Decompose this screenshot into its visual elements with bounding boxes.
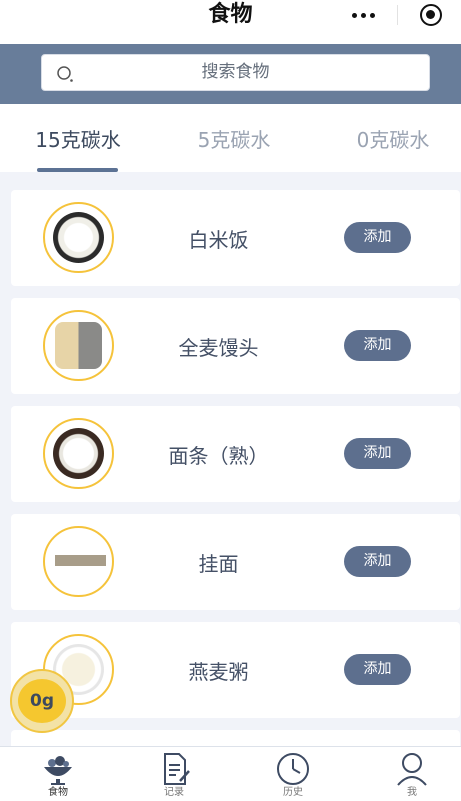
list-item[interactable]: 挂面 添加: [11, 514, 460, 610]
food-name: 燕麦粥: [188, 660, 249, 684]
list-item[interactable]: 白米饭 添加: [11, 190, 460, 286]
list-item[interactable]: 全麦馒头 添加: [11, 298, 460, 394]
add-button[interactable]: 添加: [344, 222, 411, 253]
bottom-nav: 食物 记录 历史 我: [0, 746, 461, 801]
food-image-dry-noodles: [43, 526, 114, 597]
tab-5g-carb[interactable]: 5克碳水: [174, 124, 294, 153]
miniprogram-capsule: [341, 2, 453, 28]
tab-0g-carb[interactable]: 0克碳水: [333, 124, 453, 153]
food-image-bun: [43, 310, 114, 381]
carb-tabs: 15克碳水 5克碳水 0克碳水: [0, 104, 461, 172]
list-item[interactable]: 燕麦粥 添加: [11, 622, 460, 718]
tab-15g-carb[interactable]: 15克碳水: [18, 124, 138, 153]
add-button[interactable]: 添加: [344, 438, 411, 469]
food-image-rice: [43, 202, 114, 273]
list-item[interactable]: 面条（熟） 添加: [11, 406, 460, 502]
nav-item-food[interactable]: 食物: [23, 751, 93, 799]
clock-icon: [277, 753, 309, 785]
person-icon: [397, 753, 427, 786]
nav-item-me[interactable]: 我: [377, 751, 447, 799]
search-placeholder: 搜索食物: [201, 62, 270, 82]
capsule-divider: [397, 5, 398, 25]
notes-icon: [164, 753, 190, 785]
search-input[interactable]: 搜索食物: [41, 54, 430, 91]
nav-label: 记录: [164, 787, 184, 798]
nav-item-records[interactable]: 记录: [139, 751, 209, 799]
top-bar: 食物: [0, 0, 461, 44]
add-button[interactable]: 添加: [344, 330, 411, 361]
nav-label: 我: [407, 787, 417, 798]
food-list[interactable]: 白米饭 添加 全麦馒头 添加 面条（熟） 添加 挂面 添加 燕麦粥 添加: [0, 172, 461, 746]
close-target-icon[interactable]: [420, 4, 442, 26]
add-button[interactable]: 添加: [344, 546, 411, 577]
nav-label: 历史: [283, 787, 303, 798]
more-icon[interactable]: [352, 12, 375, 18]
food-image-noodles: [43, 418, 114, 489]
food-name: 全麦馒头: [178, 336, 259, 360]
food-name: 面条（熟）: [168, 444, 269, 468]
nav-item-history[interactable]: 历史: [258, 751, 328, 799]
carb-total-badge[interactable]: 0g: [10, 669, 74, 733]
nav-label: 食物: [48, 787, 68, 798]
add-button[interactable]: 添加: [344, 654, 411, 685]
food-name: 挂面: [198, 552, 239, 576]
food-name: 白米饭: [188, 228, 249, 252]
food-bowl-icon: [44, 756, 72, 785]
list-item[interactable]: [11, 730, 460, 746]
carb-total-value: 0g: [18, 679, 66, 723]
search-band: 搜索食物: [0, 44, 461, 104]
